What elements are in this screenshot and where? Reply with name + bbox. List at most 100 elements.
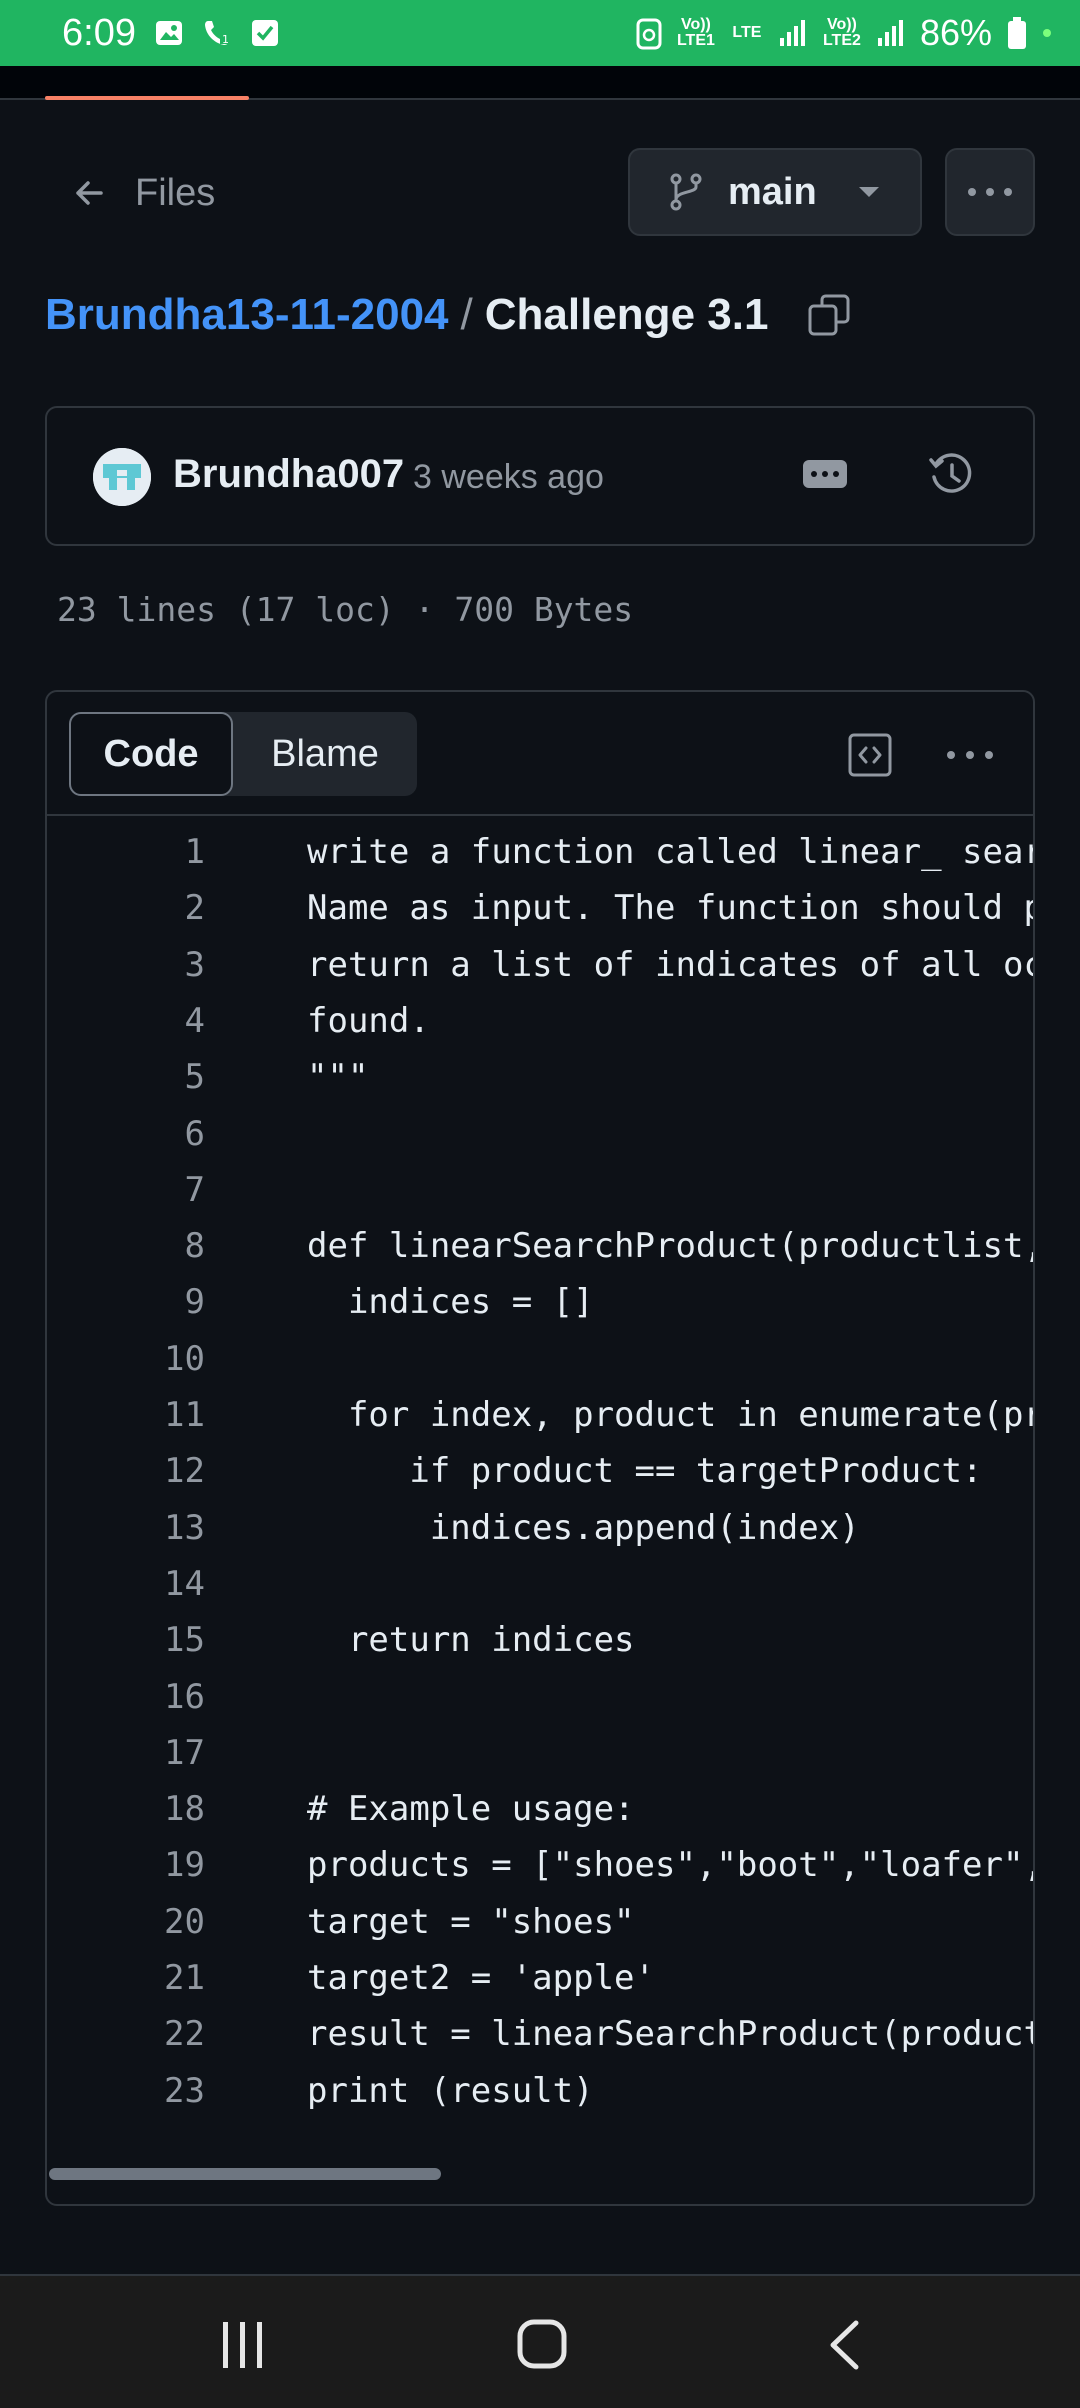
line-number[interactable]: 21 — [47, 1958, 205, 1998]
line-number[interactable]: 5 — [47, 1057, 205, 1097]
line-content: return a list of indicates of all occurr… — [307, 944, 1033, 985]
tab-code[interactable]: Code — [69, 712, 233, 796]
line-number[interactable]: 8 — [47, 1226, 205, 1266]
line-content: """ — [307, 1057, 369, 1098]
line-number[interactable]: 23 — [47, 2071, 205, 2111]
history-button[interactable] — [927, 450, 977, 505]
file-toolbar: Files main — [45, 148, 1035, 238]
kebab-icon — [947, 751, 993, 759]
image-icon — [155, 21, 182, 45]
line-content: products = ["shoes","boot","loafer","sho… — [307, 1845, 1033, 1886]
line-number[interactable]: 2 — [47, 888, 205, 928]
symbols-button[interactable] — [847, 732, 893, 783]
code-line: 4 found. — [47, 993, 1033, 1049]
code-line: 19 products = ["shoes","boot","loafer","s… — [47, 1837, 1033, 1893]
line-content: target = "shoes" — [307, 1901, 635, 1942]
line-content: indices.append(index) — [307, 1507, 860, 1548]
line-number[interactable]: 4 — [47, 1001, 205, 1041]
code-line: 15 return indices — [47, 1612, 1033, 1668]
code-line: 3 return a list of indicates of all occur… — [47, 937, 1033, 993]
avatar[interactable] — [93, 448, 151, 506]
code-line: 22 result = linearSearchProduct(products,… — [47, 2006, 1033, 2062]
back-button[interactable] — [826, 2320, 862, 2375]
line-content: print (result) — [307, 2070, 594, 2111]
code-line: 10 — [47, 1331, 1033, 1387]
lte2-label: Vo)) LTE2 — [822, 16, 861, 49]
view-toggle: Code Blame — [69, 712, 417, 796]
system-nav-bar — [0, 2276, 1080, 2408]
line-number[interactable]: 18 — [47, 1789, 205, 1829]
horizontal-scrollbar[interactable] — [49, 2168, 441, 2180]
code-line: 1 write a function called linear_ search_… — [47, 824, 1033, 880]
commit-message-toggle[interactable] — [803, 460, 847, 488]
commit-author[interactable]: Brundha007 — [173, 452, 404, 497]
code-line: 17 — [47, 1725, 1033, 1781]
line-number[interactable]: 7 — [47, 1170, 205, 1210]
copy-icon — [808, 294, 850, 336]
signal-icon — [877, 20, 903, 46]
code-more-button[interactable] — [945, 732, 995, 783]
signal-icon — [779, 20, 805, 46]
avatar-identicon — [93, 448, 151, 506]
code-line: 20 target = "shoes" — [47, 1894, 1033, 1950]
status-time: 6:09 — [62, 11, 136, 54]
line-content: # Example usage: — [307, 1789, 635, 1830]
breadcrumb-separator: / — [460, 290, 473, 339]
code-line: 16 — [47, 1669, 1033, 1725]
line-content: result = linearSearchProduct(products, t… — [307, 2014, 1033, 2055]
recent-apps-button[interactable] — [220, 2320, 266, 2375]
arrow-left-icon — [76, 181, 103, 205]
tab-blame[interactable]: Blame — [233, 712, 417, 796]
check-icon — [251, 20, 278, 46]
caret-down-icon — [858, 187, 879, 197]
line-number[interactable]: 14 — [47, 1564, 205, 1604]
line-content: indices = [] — [307, 1282, 594, 1323]
home-button[interactable] — [516, 2318, 568, 2375]
commit-time: 3 weeks ago — [413, 458, 604, 496]
svg-text:1: 1 — [222, 33, 229, 46]
line-number[interactable]: 6 — [47, 1114, 205, 1154]
lte-label: LTE — [732, 24, 762, 41]
line-number[interactable]: 3 — [47, 945, 205, 985]
back-to-files-button[interactable]: Files — [71, 148, 215, 238]
dot-indicator-icon — [1043, 29, 1051, 37]
home-icon — [517, 2319, 567, 2369]
line-content: write a function called linear_ search_p… — [307, 832, 1033, 872]
status-bar: 6:09 1 Vo)) LTE1 LTE Vo)) LTE2 86% — [0, 0, 1080, 66]
code-panel: Code Blame 1 write a function called line… — [45, 690, 1035, 2206]
line-number[interactable]: 11 — [47, 1395, 205, 1435]
line-number[interactable]: 22 — [47, 2014, 205, 2054]
line-content: if product == targetProduct: — [307, 1451, 983, 1492]
line-number[interactable]: 17 — [47, 1733, 205, 1773]
more-options-button[interactable] — [945, 148, 1035, 236]
code-line: 8 def linearSearchProduct(productlist, ta… — [47, 1218, 1033, 1274]
line-number[interactable]: 9 — [47, 1282, 205, 1322]
line-number[interactable]: 10 — [47, 1339, 205, 1379]
branch-selector[interactable]: main — [628, 148, 922, 236]
breadcrumb: Brundha13-11-2004 / Challenge 3.1 — [45, 290, 852, 340]
code-body: 1 write a function called linear_ search_… — [47, 816, 1033, 2204]
code-line: 5 """ — [47, 1049, 1033, 1105]
back-icon — [830, 2320, 859, 2370]
battery-percent: 86% — [919, 12, 992, 53]
header-strip — [0, 66, 1080, 100]
data-saver-icon — [636, 18, 662, 50]
call-icon: 1 — [204, 21, 230, 46]
line-content: target2 = 'apple' — [307, 1958, 655, 1998]
code-line: 14 — [47, 1556, 1033, 1612]
code-header: Code Blame — [47, 692, 1033, 816]
recent-apps-icon — [223, 2322, 262, 2368]
file-info: 23 lines (17 loc) · 700 Bytes — [57, 590, 634, 629]
line-number[interactable]: 20 — [47, 1902, 205, 1942]
line-number[interactable]: 16 — [47, 1677, 205, 1717]
copy-path-button[interactable] — [806, 292, 852, 338]
line-number[interactable]: 12 — [47, 1451, 205, 1491]
code-line: 12 if product == targetProduct: — [47, 1443, 1033, 1499]
line-number[interactable]: 1 — [47, 832, 205, 872]
repo-owner-link[interactable]: Brundha13-11-2004 — [45, 290, 449, 340]
line-content: def linearSearchProduct(productlist, tar… — [307, 1226, 1033, 1267]
line-number[interactable]: 13 — [47, 1508, 205, 1548]
line-number[interactable]: 19 — [47, 1845, 205, 1885]
line-number[interactable]: 15 — [47, 1620, 205, 1660]
code-line: 7 — [47, 1162, 1033, 1218]
